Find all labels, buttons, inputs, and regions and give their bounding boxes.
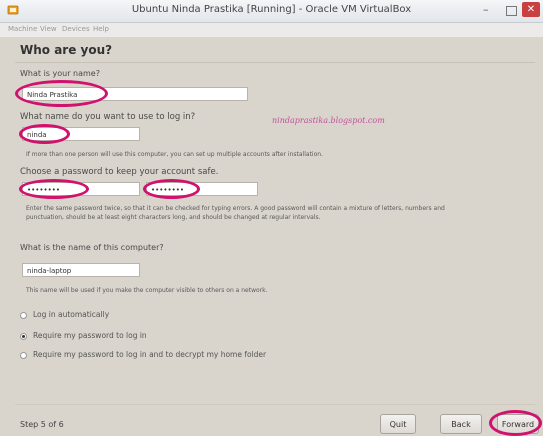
back-button[interactable]: Back (440, 414, 482, 434)
close-button[interactable]: ✕ (522, 2, 540, 17)
option-label: Log in automatically (33, 310, 110, 319)
maximize-button[interactable] (506, 6, 517, 16)
window-title: Ubuntu Ninda Prastika [Running] - Oracle… (131, 4, 412, 15)
menu-bar: Machine View Devices Help (0, 23, 543, 37)
highlight-circle-confirm (143, 179, 200, 199)
computer-name-label: What is the name of this computer? (20, 243, 164, 252)
option-label: Require my password to log in (33, 331, 147, 340)
footer-divider (15, 404, 535, 405)
login-hint: If more than one person will use this co… (26, 151, 323, 158)
highlight-circle-password (19, 179, 89, 199)
highlight-circle-name (15, 80, 108, 107)
menu-devices[interactable]: Devices (62, 25, 90, 33)
page-title: Who are you? (20, 43, 113, 57)
quit-button[interactable]: Quit (380, 414, 416, 434)
menu-machine[interactable]: Machine (8, 25, 37, 33)
heading-divider (15, 62, 535, 63)
name-label: What is your name? (20, 69, 100, 78)
menu-help[interactable]: Help (93, 25, 109, 33)
minimize-button[interactable]: – (483, 3, 489, 16)
highlight-circle-forward (489, 410, 542, 436)
window-titlebar: Ubuntu Ninda Prastika [Running] - Oracle… (0, 0, 543, 23)
password-label: Choose a password to keep your account s… (20, 167, 219, 177)
menu-view[interactable]: View (40, 25, 57, 33)
step-indicator: Step 5 of 6 (20, 420, 64, 429)
radio-button[interactable] (20, 352, 27, 359)
radio-button-selected[interactable] (20, 333, 27, 340)
watermark-text: nindaprastika.blogspot.com (272, 116, 385, 125)
password-hint: Enter the same password twice, so that i… (26, 205, 445, 221)
computer-name-hint: This name will be used if you make the c… (26, 287, 268, 294)
radio-button[interactable] (20, 312, 27, 319)
option-label: Require my password to log in and to dec… (33, 350, 267, 359)
login-label: What name do you want to use to log in? (20, 112, 196, 122)
computer-name-field[interactable]: ninda-laptop (22, 263, 140, 277)
highlight-circle-username (19, 124, 70, 144)
